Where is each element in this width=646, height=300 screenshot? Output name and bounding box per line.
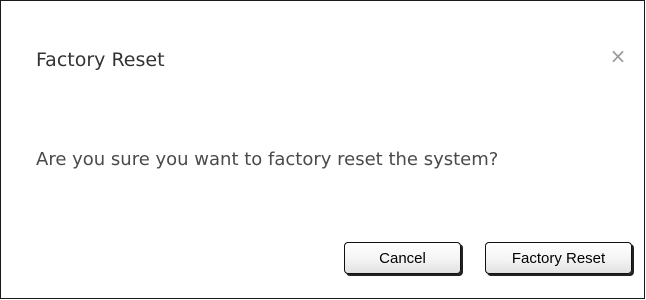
dialog-message: Are you sure you want to factory reset t… bbox=[36, 149, 499, 170]
factory-reset-dialog: Factory Reset × Are you sure you want to… bbox=[0, 0, 645, 299]
close-icon[interactable]: × bbox=[606, 43, 630, 69]
factory-reset-button[interactable]: Factory Reset bbox=[485, 242, 632, 274]
cancel-button[interactable]: Cancel bbox=[344, 242, 461, 274]
dialog-title: Factory Reset bbox=[36, 49, 165, 71]
